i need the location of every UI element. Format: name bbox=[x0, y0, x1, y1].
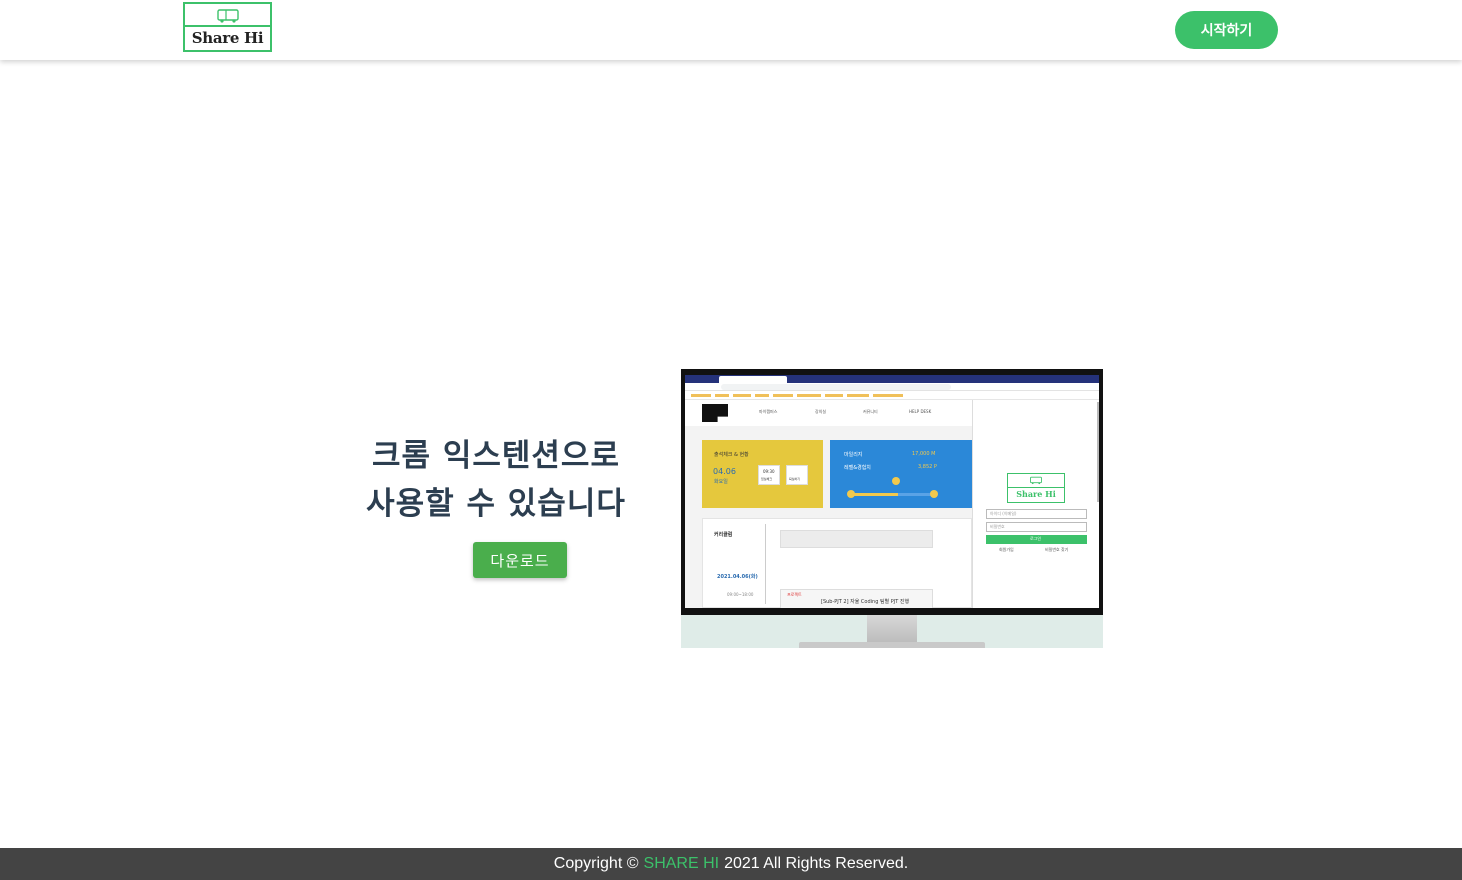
popup-password-field: 비밀번호 bbox=[986, 522, 1087, 532]
extension-popup: Share Hi 아이디 (이메일) 비밀번호 로그인 회원가입 비밀번호 찾기 bbox=[972, 400, 1099, 608]
curriculum-item-tag: 프로젝트 bbox=[787, 592, 802, 597]
monitor-screen: 마이캠퍼스 강의실 커뮤니티 HELP DESK 출석체크 & 현황 04.06… bbox=[685, 375, 1099, 608]
checkin-label: 입실체크 bbox=[761, 477, 773, 481]
embedded-website: 마이캠퍼스 강의실 커뮤니티 HELP DESK 출석체크 & 현황 04.06… bbox=[685, 400, 972, 608]
browser-tab bbox=[719, 376, 787, 383]
download-button[interactable]: 다운로드 bbox=[473, 542, 567, 578]
mileage-label: 마일리지 bbox=[844, 452, 863, 458]
level-value: 3,852 P bbox=[918, 464, 937, 470]
bookmark-item bbox=[873, 394, 903, 397]
popup-login-label: 로그인 bbox=[1030, 536, 1042, 541]
bookmark-item bbox=[715, 394, 729, 397]
browser-address-bar bbox=[685, 383, 1099, 391]
curriculum-title: 커리큘럼 bbox=[714, 532, 733, 538]
marker-icon bbox=[892, 477, 900, 485]
share-hi-logo[interactable]: Share Hi bbox=[183, 2, 272, 52]
address-field bbox=[721, 384, 951, 390]
hero-title: 크롬 익스텐션으로 사용할 수 있습니다 bbox=[340, 432, 652, 528]
timeline-line bbox=[765, 524, 766, 604]
level-progress-bar bbox=[854, 493, 934, 496]
hero-title-line2: 사용할 수 있습니다 bbox=[366, 486, 626, 522]
logo-divider bbox=[185, 25, 270, 27]
popup-signup-link: 회원가입 bbox=[999, 547, 1014, 552]
footer: Copyright © SHARE HI 2021 All Rights Res… bbox=[0, 848, 1462, 880]
popup-logo-text: Share Hi bbox=[1016, 489, 1056, 499]
attendance-weekday: 화요일 bbox=[714, 479, 728, 485]
level-label: 레벨&경험치 bbox=[844, 465, 871, 471]
browser-bookmarks-bar bbox=[685, 391, 1099, 400]
site-nav: 마이캠퍼스 강의실 커뮤니티 HELP DESK bbox=[685, 400, 972, 426]
curriculum-item-text: [Sub-PJT 2] 자율 Coding 팀별 PJT 진행 bbox=[821, 599, 910, 605]
level-progress-fill bbox=[854, 493, 898, 496]
monitor-bezel: 마이캠퍼스 강의실 커뮤니티 HELP DESK 출석체크 & 현황 04.06… bbox=[681, 369, 1103, 615]
start-button[interactable]: 시작하기 bbox=[1175, 11, 1278, 49]
checkin-time: 09:30 bbox=[763, 469, 775, 474]
bus-icon bbox=[1030, 476, 1042, 485]
bookmark-item bbox=[755, 394, 769, 397]
monitor-mockup-image: 마이캠퍼스 강의실 커뮤니티 HELP DESK 출석체크 & 현황 04.06… bbox=[681, 369, 1103, 648]
curriculum-date: 2021.04.06(화) bbox=[717, 574, 758, 580]
curriculum-card: 커리큘럼 2021.04.06(화) 09:00~18:00 프로젝트 [Sub… bbox=[702, 518, 972, 608]
logo-text: Share Hi bbox=[191, 29, 264, 47]
popup-password-placeholder: 비밀번호 bbox=[990, 524, 1005, 529]
footer-copyright-prefix: Copyright © bbox=[553, 855, 639, 872]
site-nav-item: HELP DESK bbox=[909, 409, 932, 414]
curriculum-bar bbox=[780, 530, 933, 548]
checkout-label: 퇴실하기 bbox=[789, 477, 801, 481]
popup-id-field: 아이디 (이메일) bbox=[986, 509, 1087, 519]
popup-logo: Share Hi bbox=[1007, 473, 1065, 503]
footer-brand: SHARE HI bbox=[643, 855, 720, 872]
mileage-value: 17,000 M bbox=[912, 451, 936, 457]
popup-scrollbar bbox=[1097, 402, 1099, 502]
monitor-stand-neck bbox=[867, 615, 917, 643]
curriculum-time: 09:00~18:00 bbox=[727, 592, 754, 597]
site-logo bbox=[702, 404, 728, 422]
attendance-card: 출석체크 & 현황 04.06 화요일 09:30 입실체크 퇴실하기 bbox=[702, 440, 823, 508]
bookmark-item bbox=[773, 394, 793, 397]
checkout-box: 퇴실하기 bbox=[786, 465, 808, 485]
browser-tabbar bbox=[685, 375, 1099, 383]
site-nav-item: 강의실 bbox=[815, 409, 827, 414]
popup-id-placeholder: 아이디 (이메일) bbox=[990, 511, 1017, 516]
footer-copyright-suffix: 2021 All Rights Reserved. bbox=[724, 855, 909, 872]
bookmark-item bbox=[847, 394, 869, 397]
curriculum-item: 프로젝트 [Sub-PJT 2] 자율 Coding 팀별 PJT 진행 bbox=[780, 589, 933, 608]
top-navbar: Share Hi 시작하기 bbox=[0, 0, 1462, 60]
site-nav-item: 마이캠퍼스 bbox=[759, 409, 778, 414]
checkin-box: 09:30 입실체크 bbox=[758, 465, 780, 485]
bookmark-item bbox=[797, 394, 821, 397]
mileage-card: 마일리지 17,000 M 레벨&경험치 3,852 P bbox=[830, 440, 972, 508]
attendance-title: 출석체크 & 현황 bbox=[714, 452, 749, 458]
bookmark-item bbox=[691, 394, 711, 397]
popup-login-button: 로그인 bbox=[986, 535, 1087, 544]
bookmark-item bbox=[733, 394, 751, 397]
coin-icon bbox=[930, 490, 938, 498]
attendance-date: 04.06 bbox=[713, 467, 736, 476]
site-nav-item: 커뮤니티 bbox=[863, 409, 878, 414]
coin-icon bbox=[847, 490, 855, 498]
popup-find-password-link: 비밀번호 찾기 bbox=[1045, 547, 1069, 552]
monitor-stand-base bbox=[799, 642, 985, 648]
hero-title-line1: 크롬 익스텐션으로 bbox=[372, 438, 620, 474]
bus-icon bbox=[217, 9, 239, 23]
bookmark-item bbox=[825, 394, 843, 397]
popup-logo-divider bbox=[1008, 487, 1064, 488]
